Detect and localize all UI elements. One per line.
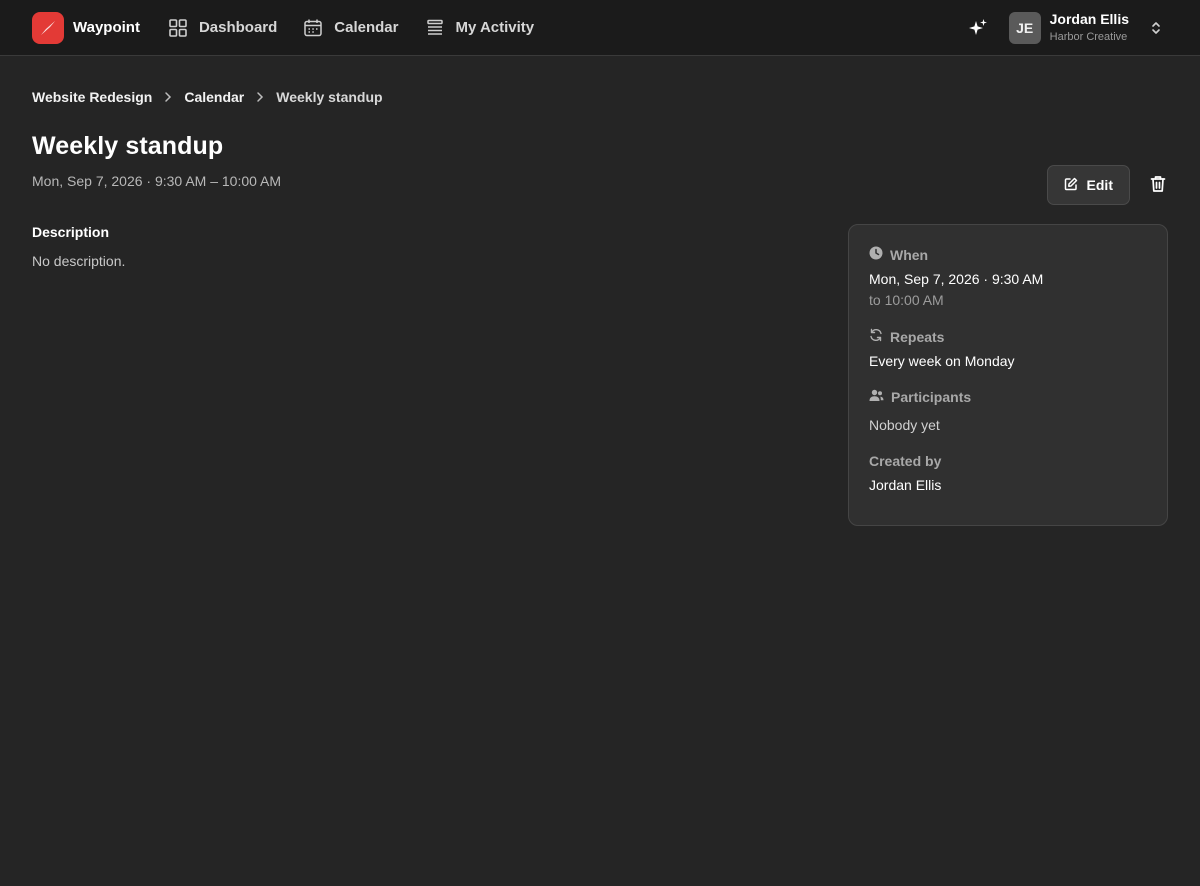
user-org: Harbor Creative [1049,30,1128,43]
trash-icon [1150,175,1166,196]
grid-icon [168,18,188,38]
top-navigation-bar: Waypoint Dashboard Calendar My Activity … [0,0,1200,56]
title-row: Weekly standup Mon, Sep 7, 2026 · 9:30 A… [32,132,1168,189]
edit-button[interactable]: Edit [1046,165,1130,205]
breadcrumb: Website Redesign Calendar Weekly standup [32,89,1168,105]
participants-value: Nobody yet [869,417,940,433]
app-name: Waypoint [73,19,140,36]
detail-participants: Participants Nobody yet [869,389,1147,433]
detail-created-by: Created by Jordan Ellis [869,453,1147,493]
main-nav: Dashboard Calendar My Activity [168,18,534,38]
user-info: Jordan Ellis Harbor Creative [1049,11,1129,43]
edit-icon [1064,177,1078,194]
detail-repeats-label: Repeats [869,328,1147,345]
user-name: Jordan Ellis [1049,11,1129,28]
nav-item-dashboard[interactable]: Dashboard [168,18,277,38]
breadcrumb-current: Weekly standup [276,89,383,105]
brand[interactable]: Waypoint [32,11,140,44]
when-label: When [890,246,929,263]
detail-participants-label: Participants [869,389,1147,405]
compass-logo-icon [32,11,64,44]
when-value: Mon, Sep 7, 2026 · 9:30 AM [869,271,1044,287]
chevron-right-icon [164,91,172,103]
nav-item-calendar[interactable]: Calendar [303,18,399,38]
repeats-label: Repeats [890,328,945,345]
refresh-icon [869,328,883,345]
when-end: to 10:00 AM [869,292,944,308]
event-details-card: When Mon, Sep 7, 2026 · 9:30 AM to 10:00… [848,224,1168,526]
users-icon [869,389,884,405]
created-by-value: Jordan Ellis [869,477,942,493]
sparkle-icon[interactable] [967,17,989,39]
event-datetime: Mon, Sep 7, 2026 · 9:30 AM – 10:00 AM [32,173,282,189]
avatar: JE [1008,11,1041,44]
event-actions: Edit [1046,165,1168,205]
list-icon [425,18,445,38]
calendar-icon [303,18,323,38]
topbar-right: JE Jordan Ellis Harbor Creative [967,11,1168,44]
breadcrumb-project[interactable]: Website Redesign [32,89,152,105]
nav-label-dashboard: Dashboard [198,19,278,36]
page-title: Weekly standup [32,132,224,160]
nav-item-my-activity[interactable]: My Activity [425,18,535,38]
title-block: Weekly standup Mon, Sep 7, 2026 · 9:30 A… [32,132,281,189]
detail-when: When Mon, Sep 7, 2026 · 9:30 AM to 10:00… [869,246,1147,308]
repeats-value: Every week on Monday [869,353,1015,369]
edit-button-label: Edit [1086,177,1113,193]
detail-repeats: Repeats Every week on Monday [869,328,1147,370]
user-menu[interactable]: JE Jordan Ellis Harbor Creative [1008,11,1168,44]
nav-label-calendar: Calendar [334,19,399,36]
clock-icon [869,246,883,263]
chevron-right-icon [256,91,264,103]
nav-label-my-activity: My Activity [455,19,535,36]
detail-when-label: When [869,246,1147,263]
breadcrumb-calendar[interactable]: Calendar [184,89,244,105]
delete-button[interactable] [1148,175,1168,195]
created-by-label: Created by [869,453,942,469]
chevron-up-down-icon [1150,20,1162,36]
participants-label: Participants [891,389,972,405]
